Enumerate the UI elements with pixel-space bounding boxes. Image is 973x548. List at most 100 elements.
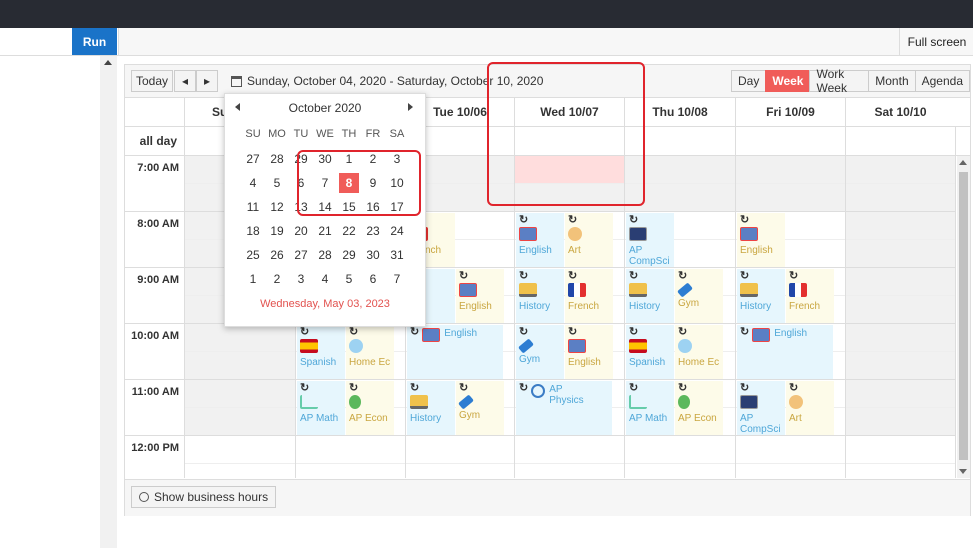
- event-ap-compsci[interactable]: ↻ AP CompSci: [737, 381, 785, 435]
- next-button[interactable]: ▸: [196, 70, 218, 92]
- event-english[interactable]: ↻ English: [737, 213, 785, 267]
- event-spanish[interactable]: ↻ Spanish: [297, 325, 345, 379]
- day-cell[interactable]: 1: [337, 147, 361, 171]
- day-cell[interactable]: 22: [337, 219, 361, 243]
- prev-month-icon[interactable]: [235, 103, 240, 111]
- event-ap-econ[interactable]: ↻ AP Econ: [675, 381, 723, 435]
- today-link[interactable]: Wednesday, May 03, 2023: [225, 298, 425, 310]
- event-ap-econ[interactable]: ↻ AP Econ: [346, 381, 394, 435]
- view-month-button[interactable]: Month: [868, 70, 916, 92]
- event-gym[interactable]: ↻ Gym: [456, 381, 504, 435]
- day-cell[interactable]: 30: [361, 243, 385, 267]
- selected-time-slot[interactable]: [515, 156, 624, 183]
- day-cell[interactable]: 29: [337, 243, 361, 267]
- day-cell[interactable]: 9: [361, 171, 385, 195]
- grid-scrollbar[interactable]: [957, 156, 970, 478]
- scroll-down-icon[interactable]: [959, 469, 967, 474]
- event-english[interactable]: ↻ English: [407, 325, 503, 379]
- day-cell[interactable]: 13: [289, 195, 313, 219]
- day-cell[interactable]: 1: [241, 267, 265, 291]
- column-divider: [955, 156, 956, 478]
- day-cell[interactable]: 17: [385, 195, 409, 219]
- event-ap-compsci[interactable]: ↻ AP CompSci: [626, 213, 674, 267]
- event-english[interactable]: ↻ English: [565, 325, 613, 379]
- day-cell[interactable]: 28: [265, 147, 289, 171]
- day-cell[interactable]: 19: [265, 219, 289, 243]
- day-cell[interactable]: 26: [265, 243, 289, 267]
- scroll-thumb[interactable]: [959, 172, 968, 460]
- day-cell[interactable]: 7: [385, 267, 409, 291]
- event-home-ec[interactable]: ↻ Home Ec: [346, 325, 394, 379]
- day-cell[interactable]: 30: [313, 147, 337, 171]
- run-button[interactable]: Run: [72, 28, 117, 55]
- view-week-button[interactable]: Week: [765, 70, 811, 92]
- month-title[interactable]: October 2020: [265, 94, 385, 122]
- event-english[interactable]: ↻ English: [737, 325, 833, 379]
- day-cell[interactable]: 4: [313, 267, 337, 291]
- recurrence-icon: ↻: [678, 270, 688, 282]
- event-french[interactable]: ↻ French: [786, 269, 834, 323]
- day-cell[interactable]: 27: [241, 147, 265, 171]
- day-cell[interactable]: 10: [385, 171, 409, 195]
- day-cell[interactable]: 5: [265, 171, 289, 195]
- day-cell[interactable]: 14: [313, 195, 337, 219]
- day-cell[interactable]: 6: [361, 267, 385, 291]
- day-cell[interactable]: 24: [385, 219, 409, 243]
- event-ap-math[interactable]: ↻ AP Math: [297, 381, 345, 435]
- day-cell[interactable]: 8: [337, 171, 361, 195]
- day-cell[interactable]: 18: [241, 219, 265, 243]
- prev-button[interactable]: ◂: [174, 70, 196, 92]
- event-english[interactable]: ↻ English: [456, 269, 504, 323]
- view-day-button[interactable]: Day: [731, 70, 767, 92]
- day-number: 17: [390, 200, 404, 214]
- view-agenda-button[interactable]: Agenda: [914, 70, 970, 92]
- event-english[interactable]: ↻ English: [516, 213, 564, 267]
- scroll-up-icon[interactable]: [959, 160, 967, 165]
- event-history[interactable]: ↻ History: [737, 269, 785, 323]
- event-gym[interactable]: ↻ Gym: [516, 325, 564, 379]
- event-history[interactable]: ↻ History: [626, 269, 674, 323]
- scroll-up-arrow-icon[interactable]: [104, 60, 112, 65]
- code-panel-scrollbar[interactable]: [100, 56, 117, 548]
- show-business-hours-button[interactable]: Show business hours: [131, 486, 277, 508]
- event-gym[interactable]: ↻ Gym: [675, 269, 723, 323]
- day-cell[interactable]: 31: [385, 243, 409, 267]
- fullscreen-button[interactable]: Full screen: [899, 28, 973, 55]
- day-cell[interactable]: 6: [289, 171, 313, 195]
- day-cell[interactable]: 21: [313, 219, 337, 243]
- event-art[interactable]: ↻ Art: [565, 213, 613, 267]
- today-button[interactable]: Today: [131, 70, 173, 92]
- next-month-icon[interactable]: [408, 103, 413, 111]
- day-cell[interactable]: 3: [289, 267, 313, 291]
- day-cell[interactable]: 28: [313, 243, 337, 267]
- day-cell[interactable]: 25: [241, 243, 265, 267]
- day-cell[interactable]: 11: [241, 195, 265, 219]
- event-ap-math[interactable]: ↻ AP Math: [626, 381, 674, 435]
- day-cell[interactable]: 23: [361, 219, 385, 243]
- event-history[interactable]: ↻ History: [407, 381, 455, 435]
- day-cell[interactable]: 29: [289, 147, 313, 171]
- day-cell[interactable]: 5: [337, 267, 361, 291]
- date-range-selector[interactable]: Sunday, October 04, 2020 - Saturday, Oct…: [231, 70, 543, 92]
- time-label: 11:00 AM: [131, 386, 179, 398]
- day-cell[interactable]: 2: [265, 267, 289, 291]
- day-cell[interactable]: 12: [265, 195, 289, 219]
- event-ap-physics[interactable]: ↻ AP Physics: [516, 381, 612, 435]
- day-cell[interactable]: 3: [385, 147, 409, 171]
- day-cell[interactable]: 16: [361, 195, 385, 219]
- day-cell[interactable]: 15: [337, 195, 361, 219]
- day-cell[interactable]: 7: [313, 171, 337, 195]
- day-cell[interactable]: 27: [289, 243, 313, 267]
- day-cell[interactable]: 20: [289, 219, 313, 243]
- day-cell[interactable]: 4: [241, 171, 265, 195]
- day-number: 12: [270, 200, 284, 214]
- event-home-ec[interactable]: ↻ Home Ec: [675, 325, 723, 379]
- event-spanish[interactable]: ↻ Spanish: [626, 325, 674, 379]
- recurrence-icon: ↻: [519, 214, 529, 226]
- recurrence-icon: ↻: [678, 326, 688, 338]
- view-work-week-button[interactable]: Work Week: [809, 67, 870, 95]
- day-cell[interactable]: 2: [361, 147, 385, 171]
- event-french[interactable]: ↻ French: [565, 269, 613, 323]
- event-art[interactable]: ↻ Art: [786, 381, 834, 435]
- event-history[interactable]: ↻ History: [516, 269, 564, 323]
